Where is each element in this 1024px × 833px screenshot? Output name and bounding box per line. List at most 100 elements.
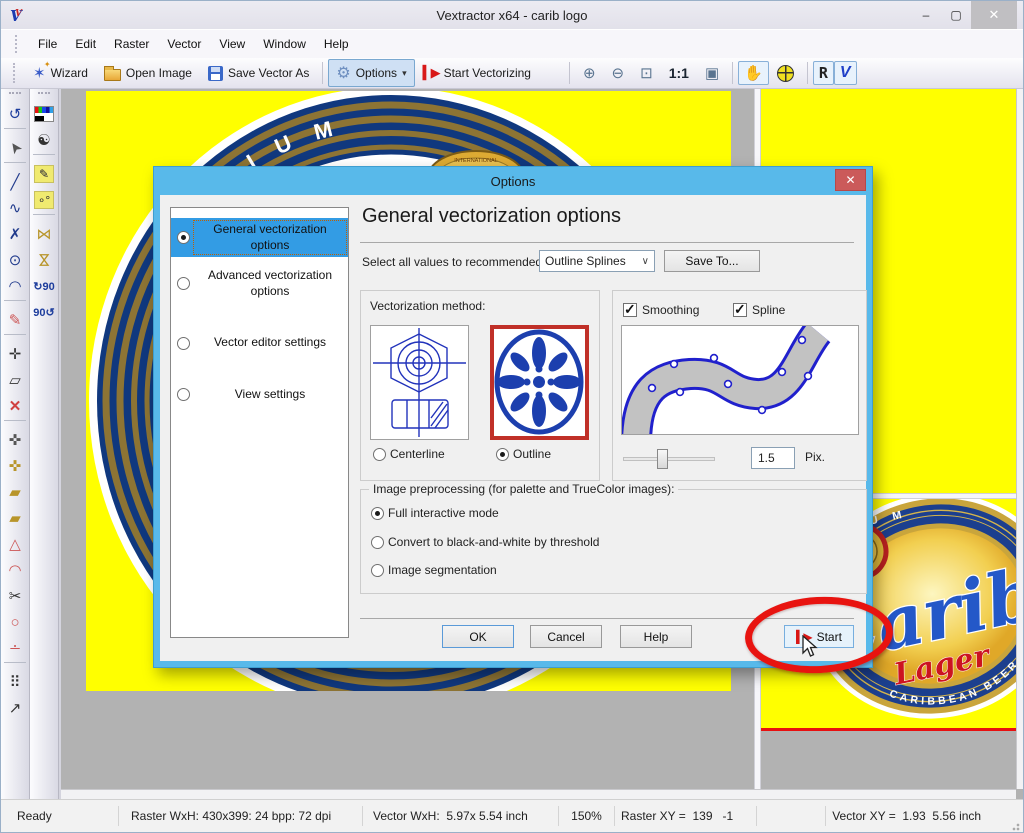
menu-item[interactable]: Help [315,33,358,55]
bezier-tool-icon[interactable]: ✗ [1,221,29,247]
move-node-icon[interactable]: ✜ [1,427,29,453]
remove-dots-icon[interactable]: ∘° [30,187,58,213]
trace-tool-icon[interactable]: ✎ [1,307,29,333]
menu-item[interactable]: View [210,33,254,55]
smoothing-slider[interactable] [623,457,715,461]
sep[interactable] [4,162,26,168]
dialog-close-button[interactable]: ✕ [835,169,866,191]
save-to-button[interactable]: Save To... [664,250,760,272]
ok-button[interactable]: OK [442,625,514,648]
center-view-button[interactable] [769,61,802,86]
move-center-icon[interactable]: ✜ [1,453,29,479]
add-vertex-icon[interactable]: △ [1,531,29,557]
menu-item[interactable]: Raster [105,33,158,55]
undo-icon[interactable]: ↺ [1,101,29,127]
flip-vertical-icon[interactable]: ⋈ [30,247,58,273]
zoom-out-icon[interactable]: ⊖ [604,60,633,86]
polyline-tool-icon[interactable]: ∿ [1,195,29,221]
vectorization-method-group: Vectorization method: [360,290,600,481]
cancel-button[interactable]: Cancel [530,625,602,648]
nav-general-vectorization-options[interactable]: General vectorization options [171,218,348,257]
hand-pan-button[interactable]: ✋ [738,61,769,85]
grid-icon[interactable]: ⠿ [1,669,29,695]
sep[interactable] [4,334,26,340]
nav-vector-editor-settings[interactable]: Vector editor settings [171,332,348,354]
raster-view-icon: R [819,64,828,82]
zoom-window-icon[interactable]: ⊡ [632,60,661,86]
invert-colors-icon[interactable]: ☯ [30,127,58,153]
smoothing-value-input[interactable]: 1.5 [751,447,795,469]
arc-tool-icon[interactable]: ◠ [1,273,29,299]
radio-icon [177,388,190,401]
radio-full-interactive-mode[interactable]: Full interactive mode [371,506,499,520]
slider-thumb[interactable] [657,449,668,469]
picker-arrow-icon[interactable]: ↗ [1,695,29,721]
flip-horizontal-icon[interactable]: ⋈ [30,221,58,247]
actual-size-button[interactable]: 1:1 [661,60,697,86]
radio-image-segmentation[interactable]: Image segmentation [371,563,497,577]
resize-grip[interactable] [1007,818,1021,832]
open-image-button[interactable]: Open Image [96,62,200,85]
sep[interactable] [33,154,55,160]
close-button[interactable]: ✕ [971,1,1017,29]
fit-to-window-icon[interactable]: ▣ [697,60,727,86]
add-circle-icon[interactable]: ○ [1,609,29,635]
spline-checkbox[interactable]: Spline [733,303,785,317]
sep[interactable] [33,214,55,220]
start-vectorizing-button[interactable]: ▍▶ Start Vectorizing [415,61,539,85]
nav-advanced-vectorization-options[interactable]: Advanced vectorization options [171,265,348,302]
chevron-down-icon: ∨ [642,256,654,267]
smoothing-checkbox[interactable]: Smoothing [623,303,699,317]
add-segment-icon[interactable]: ∸ [1,635,29,661]
save-vector-as-button[interactable]: Save Vector As [200,62,317,85]
wizard-button[interactable]: ✶ Wizard [25,60,96,86]
status-bar: ReadyRaster WxH: 430x399: 24 bpp: 72 dpi… [1,799,1023,832]
sep[interactable] [4,300,26,306]
select-arrow-icon[interactable]: ➤ [1,135,29,161]
open-folder-icon [104,69,121,81]
rotate-ccw-90-icon[interactable]: 90↺ [30,299,58,325]
recommend-select[interactable]: Outline Splines ∨ [539,250,655,272]
circle-tool-icon[interactable]: ⊙ [1,247,29,273]
raster-view-toggle[interactable]: R [813,61,834,85]
vector-view-toggle[interactable]: V [834,61,857,85]
line-tool-icon[interactable]: ╱ [1,169,29,195]
despeckle-icon[interactable]: ✎ [30,161,58,187]
rotate-cw-90-icon[interactable]: ↻90 [30,273,58,299]
centerline-radio[interactable]: Centerline [373,447,445,461]
palette-icon[interactable] [30,101,58,127]
sep[interactable] [4,662,26,668]
minimize-button[interactable]: – [911,4,941,26]
method-label: Vectorization method: [370,299,485,313]
sep[interactable] [4,420,26,426]
menu-item[interactable]: Vector [158,33,210,55]
spline-preview [621,325,859,435]
wizard-icon: ✶ [33,64,46,82]
eraser-icon[interactable]: ▰ [1,479,29,505]
menu-item[interactable]: Edit [66,33,105,55]
delete-icon[interactable]: ✕ [1,393,29,419]
nav-view-settings[interactable]: View settings [171,384,348,406]
zoom-in-icon[interactable]: ⊕ [575,60,604,86]
help-button[interactable]: Help [620,625,692,648]
maximize-button[interactable]: ▢ [941,4,971,26]
menu-item[interactable]: Window [254,33,315,55]
radio-icon [371,507,384,520]
scissors-icon[interactable]: ✂ [1,583,29,609]
radio-convert-bw-threshold[interactable]: Convert to black-and-white by threshold [371,535,599,549]
radio-icon [371,564,384,577]
options-button[interactable]: ⚙ Options ▾ [328,59,414,87]
erase-line-icon[interactable]: ▰ [1,505,29,531]
checkbox-icon [623,303,637,317]
add-arc-icon[interactable]: ◠ [1,557,29,583]
outline-preview[interactable] [490,325,589,440]
menu-item[interactable]: File [29,33,66,55]
sep[interactable] [4,128,26,134]
radio-icon [371,536,384,549]
outline-radio[interactable]: Outline [496,447,551,461]
pan-tool-icon[interactable]: ✛ [1,341,29,367]
copy-tool-icon[interactable]: ▱ [1,367,29,393]
centerline-preview[interactable] [370,325,469,440]
dialog-title-bar[interactable]: Options ✕ [154,167,872,195]
vertical-scrollbar[interactable] [1016,89,1024,789]
